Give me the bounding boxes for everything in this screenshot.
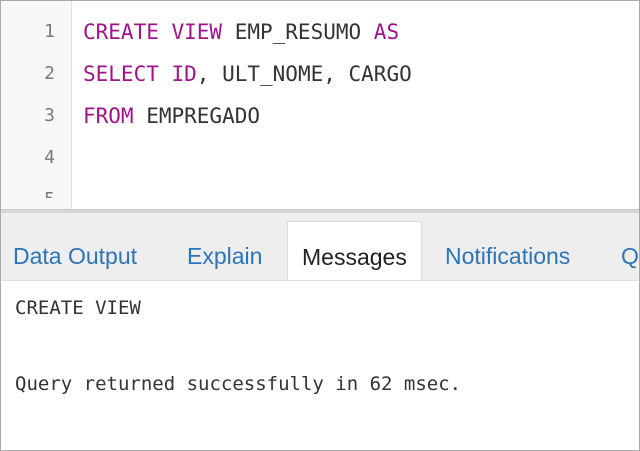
code-line[interactable]: 3 FROM EMPREGADO	[1, 95, 639, 137]
line-number: 1	[44, 21, 55, 42]
sql-text: EMPREGADO	[133, 104, 261, 128]
sql-keyword: FROM	[83, 104, 134, 128]
tab-explain[interactable]: Explain	[187, 221, 262, 280]
line-number: 5	[44, 189, 55, 209]
code-line[interactable]: 1 CREATE VIEW EMP_RESUMO AS	[1, 11, 639, 53]
line-number: 4	[44, 147, 55, 168]
line-number: 2	[44, 63, 55, 84]
message-line: CREATE VIEW	[15, 297, 141, 319]
tab-messages[interactable]: Messages	[287, 221, 422, 280]
sql-text: , ULT_NOME, CARGO	[196, 62, 412, 86]
query-tool-panel: 1 CREATE VIEW EMP_RESUMO AS 2 SELECT ID, UL…	[0, 0, 640, 451]
line-number: 3	[44, 105, 55, 126]
code-line[interactable]: 5	[1, 179, 639, 209]
tab-query-history[interactable]: Q	[621, 221, 639, 280]
messages-output: CREATE VIEW Query returned successfully …	[1, 281, 639, 450]
code-line[interactable]: 2 SELECT ID, ULT_NOME, CARGO	[1, 53, 639, 95]
sql-text: EMP_RESUMO	[222, 20, 374, 44]
sql-keyword: CREATE VIEW	[83, 20, 223, 44]
result-tabs: Data Output Explain Messages Notificatio…	[1, 213, 639, 281]
sql-keyword: SELECT ID	[83, 62, 197, 86]
code-text: CREATE VIEW EMP_RESUMO AS	[83, 11, 399, 53]
sql-keyword: AS	[373, 20, 400, 44]
message-line: Query returned successfully in 62 msec.	[15, 373, 462, 395]
code-line[interactable]: 4	[1, 137, 639, 179]
tab-data-output[interactable]: Data Output	[13, 221, 137, 280]
code-text: SELECT ID, ULT_NOME, CARGO	[83, 53, 412, 95]
sql-editor[interactable]: 1 CREATE VIEW EMP_RESUMO AS 2 SELECT ID, UL…	[1, 1, 639, 209]
code-text: FROM EMPREGADO	[83, 95, 260, 137]
tab-notifications[interactable]: Notifications	[445, 221, 570, 280]
code-lines: 1 CREATE VIEW EMP_RESUMO AS 2 SELECT ID, UL…	[1, 11, 639, 209]
